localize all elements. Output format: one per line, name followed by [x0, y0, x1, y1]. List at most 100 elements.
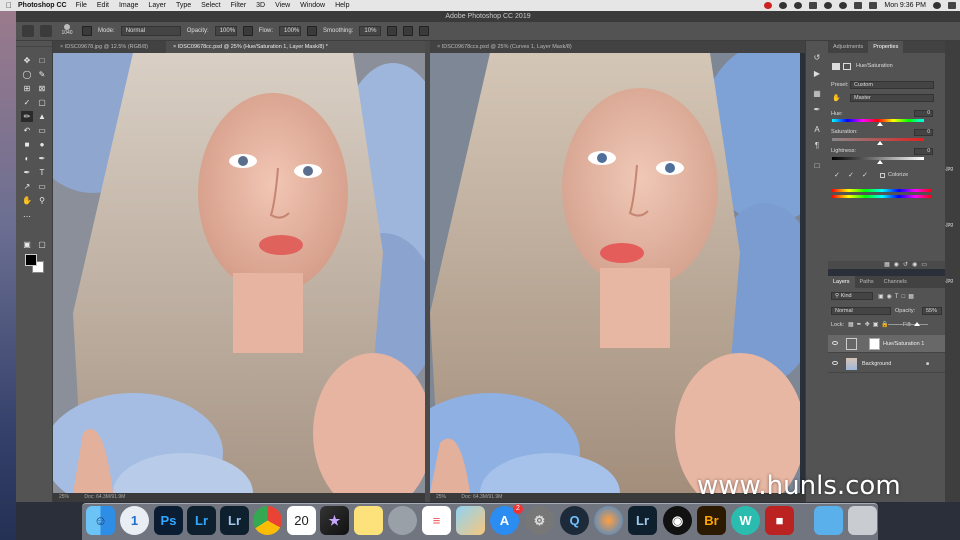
clip-icon[interactable]: ▦	[884, 262, 894, 268]
app-menu[interactable]: Photoshop CC	[18, 2, 67, 9]
opacity-slider-thumb[interactable]	[914, 322, 920, 326]
screen-mode-icon[interactable]: ▢	[36, 239, 48, 250]
delete-icon[interactable]: ▭	[921, 262, 931, 268]
brush-preset-picker[interactable]: 1040	[58, 24, 76, 38]
eyedropper-icon[interactable]: ✓	[834, 171, 840, 179]
reset-icon[interactable]: ↺	[903, 262, 912, 268]
menu-filter[interactable]: Filter	[231, 2, 247, 9]
zoom-level[interactable]: 25%	[59, 494, 69, 500]
move-tool-icon[interactable]: ✥	[21, 55, 33, 66]
hand-tool-icon[interactable]: ✋	[21, 195, 33, 206]
home-icon[interactable]	[22, 25, 34, 37]
rectangle-tool-icon[interactable]: ▭	[36, 181, 48, 192]
desktop-file-label[interactable]: .jpg	[945, 166, 953, 172]
swatches-icon[interactable]: ▦	[812, 89, 822, 98]
history-brush-tool-icon[interactable]: ↶	[21, 125, 33, 136]
menu-edit[interactable]: Edit	[97, 2, 109, 9]
eraser-tool-icon[interactable]: ▭	[36, 125, 48, 136]
status-icon[interactable]	[794, 2, 803, 9]
lock-icons[interactable]: ▦✒✥▣🔒	[848, 321, 892, 328]
layer-mask-thumbnail[interactable]	[869, 338, 880, 350]
eyedropper-subtract-icon[interactable]: ✓	[862, 171, 868, 179]
flow-field[interactable]: 100%	[279, 26, 302, 36]
channel-select[interactable]: Master	[850, 94, 934, 102]
quick-select-tool-icon[interactable]: ✎	[36, 69, 48, 80]
eye-icon[interactable]	[832, 361, 838, 365]
character-icon[interactable]: A	[812, 125, 822, 134]
eyedropper-tool-icon[interactable]: ✓	[21, 97, 33, 108]
eyedropper-add-icon[interactable]: ✓	[848, 171, 854, 179]
more-tools-icon[interactable]: ⋯	[21, 211, 33, 222]
healing-tool-icon[interactable]: ▢	[36, 97, 48, 108]
lightness-slider-thumb[interactable]	[877, 160, 883, 164]
layer-name[interactable]: Hue/Saturation 1	[883, 335, 924, 353]
layer-opacity-field[interactable]: 55%	[922, 307, 942, 315]
quicktime-icon[interactable]: Q	[560, 506, 589, 535]
canvas-left[interactable]	[53, 53, 425, 493]
type-tool-icon[interactable]: T	[36, 167, 48, 178]
hue-value[interactable]: 0	[914, 110, 933, 117]
search-icon[interactable]	[933, 2, 941, 9]
desktop-file-label[interactable]: .jpg	[945, 222, 953, 228]
canvas-right[interactable]	[430, 53, 800, 493]
record-icon[interactable]	[764, 2, 773, 9]
brush-tool-icon[interactable]: ✏	[21, 111, 33, 122]
gradient-tool-icon[interactable]: ■	[21, 139, 33, 150]
calendar-icon[interactable]: 20	[287, 506, 316, 535]
smoothing-field[interactable]: 10%	[359, 26, 382, 36]
lightness-value[interactable]: 0	[914, 148, 933, 155]
preview-icon[interactable]	[456, 506, 485, 535]
menu-window[interactable]: Window	[300, 2, 325, 9]
clock[interactable]: Mon 9:36 PM	[884, 2, 926, 9]
radar-icon[interactable]	[594, 506, 623, 535]
status-icon[interactable]	[824, 2, 833, 9]
marquee-tool-icon[interactable]: □	[36, 55, 48, 66]
reminders-icon[interactable]: ≡	[422, 506, 451, 535]
dodge-tool-icon[interactable]: ◐	[21, 153, 33, 164]
menu-type[interactable]: Type	[176, 2, 191, 9]
notes-icon[interactable]	[354, 506, 383, 535]
menu-layer[interactable]: Layer	[148, 2, 166, 9]
opacity-field[interactable]: 100%	[214, 26, 237, 36]
brush-panel-icon[interactable]: ✒	[812, 105, 822, 114]
dictionary-icon[interactable]: ■	[765, 506, 794, 535]
volume-icon[interactable]	[854, 2, 863, 9]
menu-help[interactable]: Help	[335, 2, 349, 9]
tab-adjustments[interactable]: Adjustments	[828, 41, 868, 53]
tab-paths[interactable]: Paths	[855, 276, 879, 288]
paragraph-icon[interactable]: ¶	[812, 141, 822, 150]
menu-file[interactable]: File	[76, 2, 87, 9]
colorize-checkbox[interactable]	[880, 173, 885, 178]
glyphs-icon[interactable]: □	[812, 161, 822, 170]
layer-row[interactable]: Background ■	[828, 355, 945, 373]
brush-settings-icon[interactable]	[82, 26, 92, 36]
blur-tool-icon[interactable]: ●	[36, 139, 48, 150]
doc-size[interactable]: Doc: 64.3M/91.9M	[84, 494, 125, 500]
panel-grip[interactable]	[16, 41, 52, 47]
menu-select[interactable]: Select	[201, 2, 220, 9]
lightroom-icon[interactable]: Lr	[628, 506, 657, 535]
document-tab[interactable]: × IDSC09678.jpg @ 12.5% (RGB/8)	[53, 41, 166, 53]
menu-3d[interactable]: 3D	[256, 2, 265, 9]
trash-icon[interactable]	[848, 506, 877, 535]
folder-icon[interactable]	[814, 506, 843, 535]
preset-select[interactable]: Custom	[850, 81, 934, 89]
doc-size[interactable]: Doc: 64.3M/91.9M	[461, 494, 502, 500]
final-cut-pro-icon[interactable]: ★	[320, 506, 349, 535]
layer-row[interactable]: Hue/Saturation 1	[828, 335, 945, 353]
mode-select[interactable]: Normal	[120, 26, 181, 36]
1password-icon[interactable]: 1	[120, 506, 149, 535]
view-previous-icon[interactable]: ◉	[894, 262, 903, 268]
layer-filter-icons[interactable]: ▣◉T□▦	[878, 293, 917, 300]
airbrush-icon[interactable]	[307, 26, 318, 36]
desktop-file-label[interactable]: .jpg	[945, 278, 953, 284]
foreground-color-swatch[interactable]	[25, 254, 37, 266]
lightroom-icon[interactable]: Lr	[220, 506, 249, 535]
zoom-tool-icon[interactable]: ⚲	[36, 195, 48, 206]
frame-tool-icon[interactable]: ⊠	[36, 83, 48, 94]
wifi-icon[interactable]	[839, 2, 848, 9]
tab-layers[interactable]: Layers	[828, 276, 855, 288]
zoom-level[interactable]: 25%	[436, 494, 446, 500]
obs-icon[interactable]: ◉	[663, 506, 692, 535]
hue-slider-thumb[interactable]	[877, 122, 883, 126]
